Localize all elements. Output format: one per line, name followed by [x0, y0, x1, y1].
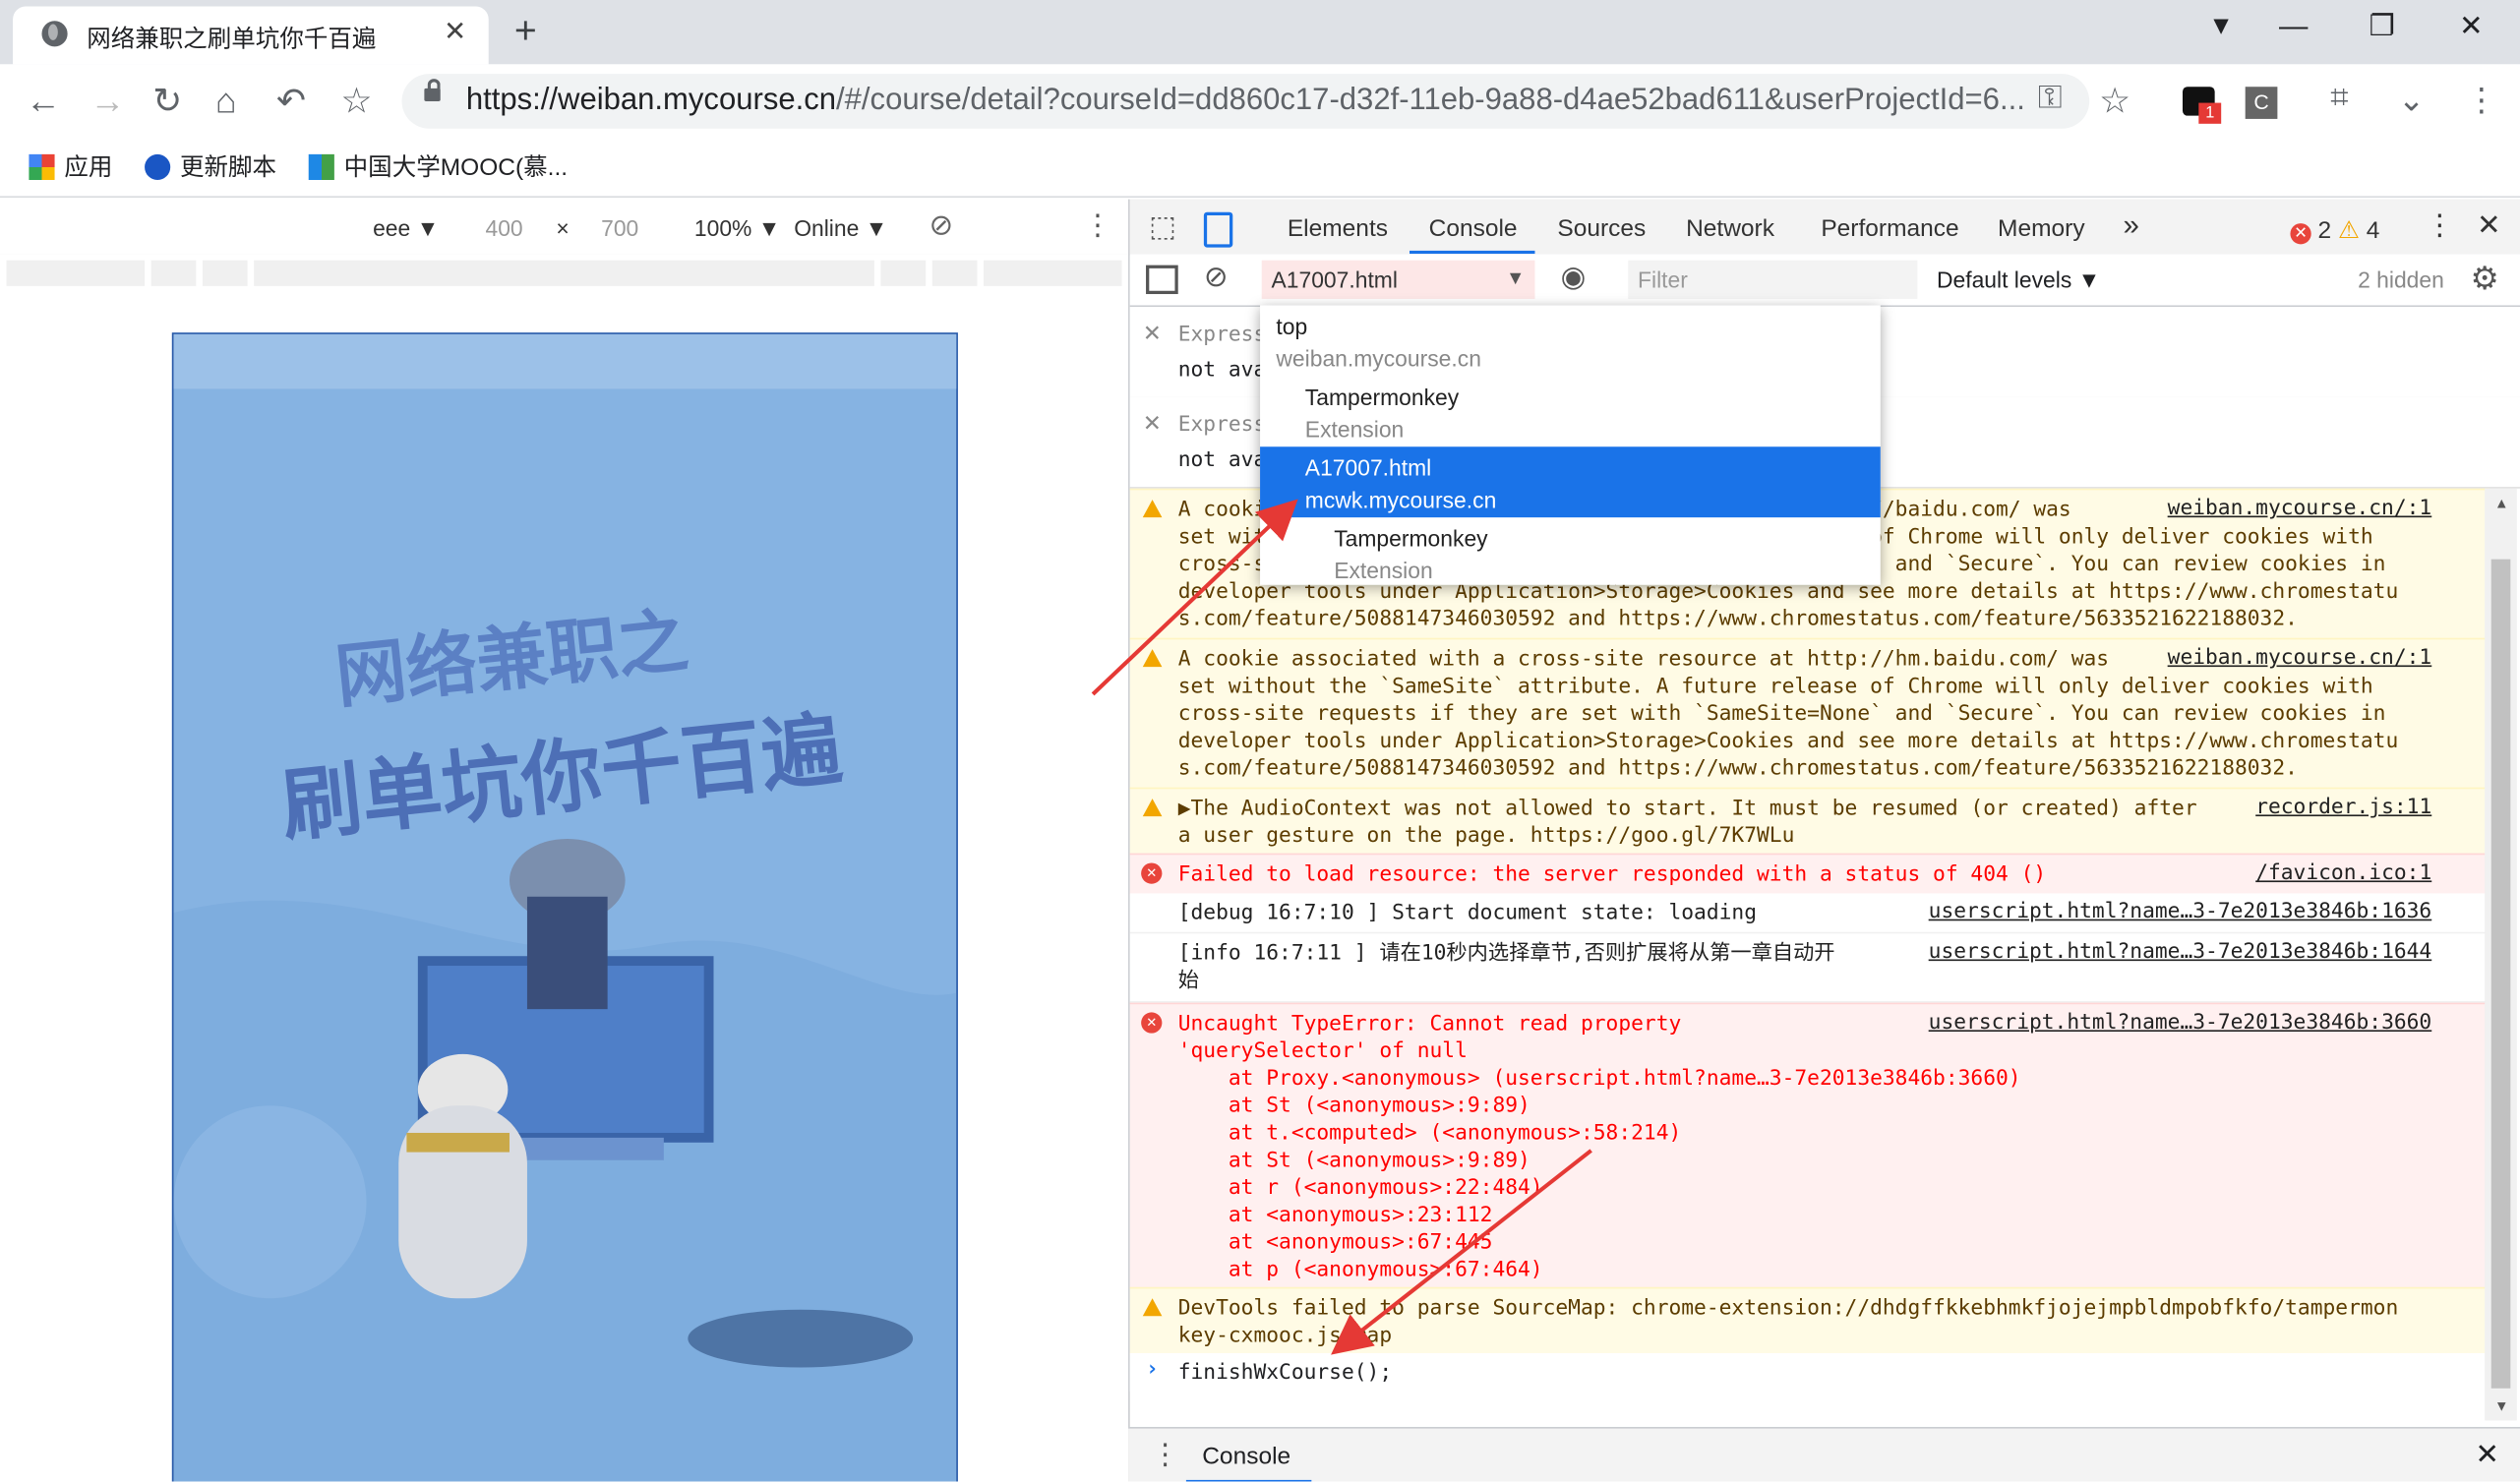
annotation-arrows: [1091, 499, 1592, 1355]
arrow-to-prompt: [1331, 1149, 1592, 1355]
arrow-to-context: [1091, 499, 1298, 696]
